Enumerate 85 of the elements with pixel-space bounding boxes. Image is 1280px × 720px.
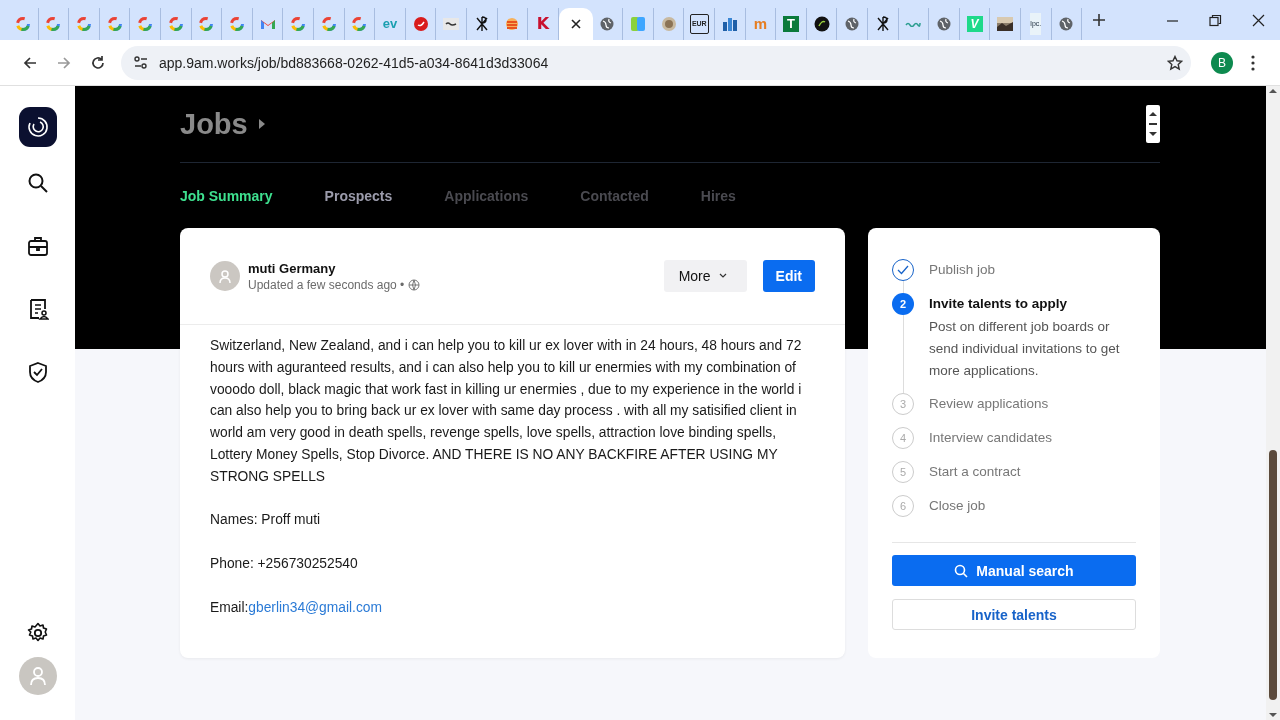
step-marker: 2 — [892, 293, 914, 315]
cross-icon — [473, 16, 490, 32]
profile-avatar[interactable]: B — [1211, 51, 1233, 74]
step-label: Start a contract — [929, 463, 1021, 482]
ring-icon — [137, 16, 154, 32]
cross-icon — [874, 16, 891, 32]
site-logo: T — [783, 16, 800, 32]
plus-icon[interactable] — [1092, 13, 1107, 27]
briefcase-icon[interactable] — [26, 235, 49, 257]
site-logo: ev — [382, 16, 398, 32]
forward-icon[interactable] — [56, 54, 72, 71]
site-logo: V — [966, 16, 983, 32]
ring-icon — [290, 16, 307, 32]
chevron-down-icon — [718, 273, 727, 279]
step-label: Interview candidates — [929, 429, 1053, 448]
description-text: Switzerland, New Zealand, and i can help you to kill ur ex lover with in 24 hours, 48 hours and 72 hours with aguranteed results, and i can also help you to kill ur enermies with my combination of vooodo doll, black magic that work fast in killing ur enermies , due to my experience in the world i can also help you to bring back ur ex lover with same day process . with all my satisified client in world am very good in death spells, revenge spells, love spells, attraction love binding spells, Lottery Money Spells, Stop Divorce. AND THERE IS NO ANY BACKFIRE AFTER USING MY STRONG SPELLS — [210, 337, 803, 486]
invite-talents-button[interactable]: Invite talents — [892, 599, 1136, 631]
globe-icon — [844, 16, 861, 32]
ring-icon — [106, 16, 123, 32]
wave-icon — [905, 21, 922, 27]
step-label: Close job — [929, 497, 986, 516]
restore-icon[interactable] — [1209, 13, 1222, 27]
star-icon[interactable] — [1167, 54, 1183, 71]
ring-icon — [167, 16, 184, 32]
globe-icon — [1058, 16, 1075, 32]
step-marker: 4 — [892, 427, 914, 450]
person-icon — [218, 269, 232, 283]
ring-icon — [198, 16, 215, 32]
step-label: Review applications — [929, 395, 1049, 414]
dash-icon — [443, 16, 460, 32]
step-label: Publish job — [929, 261, 996, 279]
email-link[interactable]: gberlin34@gmail.com — [248, 599, 382, 615]
search-icon[interactable] — [26, 172, 49, 194]
scrollbar-thumb[interactable] — [1269, 450, 1277, 700]
updated-time: Updated a few seconds ago • — [248, 277, 405, 292]
description-text: Phone: +256730252540 — [210, 554, 359, 573]
ring-icon — [76, 16, 92, 32]
ring-icon — [14, 16, 31, 32]
person-icon — [27, 666, 48, 686]
step-marker: 6 — [892, 495, 914, 518]
site-settings-icon[interactable] — [133, 54, 149, 71]
page-tab[interactable]: Job Summary — [180, 187, 273, 204]
photo-icon — [997, 16, 1014, 32]
back-icon[interactable] — [22, 54, 38, 71]
ring-icon — [45, 16, 62, 32]
check-icon — [897, 265, 909, 275]
shield-icon[interactable] — [26, 361, 49, 383]
ring-icon — [351, 16, 368, 32]
buildings-icon — [721, 16, 738, 32]
app-logo[interactable] — [18, 107, 57, 147]
page-tab[interactable]: Prospects — [324, 187, 393, 204]
email-line: Email:gberlin34@gmail.com — [210, 598, 383, 617]
settings-icon[interactable] — [26, 622, 49, 644]
spiral-icon — [26, 116, 49, 138]
edit-button[interactable]: Edit — [762, 260, 815, 292]
seal-icon — [660, 16, 677, 32]
menu-icon[interactable] — [1251, 54, 1255, 71]
ball-icon — [813, 16, 830, 32]
address-bar[interactable]: app.9am.works/job/bd883668-0262-41d5-a034-8641d3d33064 — [121, 45, 1191, 80]
close-icon[interactable] — [568, 17, 583, 31]
manual-search-button[interactable]: Manual search — [892, 555, 1136, 587]
description-text: Names: Proff muti — [210, 511, 322, 530]
more-button[interactable]: More — [663, 260, 747, 292]
ring-icon — [320, 16, 337, 32]
step-description: Post on different job boards or send individual invitations to get more applications. — [929, 318, 1121, 380]
reload-icon[interactable] — [90, 54, 106, 71]
page-title: Jobs — [180, 107, 248, 141]
scroll-arrows-icon[interactable] — [1146, 105, 1160, 143]
close-icon[interactable] — [1252, 13, 1265, 27]
ball-icon — [412, 16, 429, 32]
step-marker: 5 — [892, 461, 914, 484]
site-logo: m — [753, 16, 768, 32]
search-icon — [954, 563, 969, 578]
globe-icon — [936, 16, 952, 32]
site-logo: K — [536, 16, 550, 32]
globe-icon — [408, 278, 421, 291]
step-marker: 3 — [892, 393, 914, 416]
author-name: muti Germany — [248, 260, 337, 276]
globe-icon — [599, 16, 616, 32]
caret-right-icon[interactable] — [257, 118, 266, 130]
book-icon — [630, 16, 647, 32]
ring-icon — [228, 16, 245, 32]
step-label: Invite talents to apply — [929, 295, 1069, 313]
layers-icon — [504, 16, 521, 32]
scroll-down-icon[interactable] — [1267, 710, 1279, 720]
